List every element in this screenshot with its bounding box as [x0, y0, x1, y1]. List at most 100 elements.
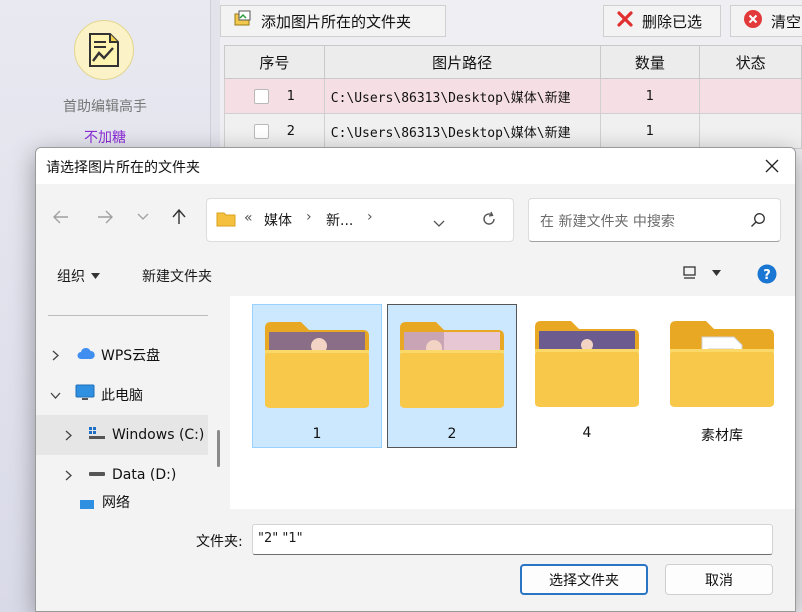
back-arrow-icon[interactable]	[46, 202, 76, 232]
folder-label: 2	[447, 426, 457, 442]
folder-document-icon	[670, 321, 774, 407]
navigation-bar: « 媒体 › 新... › 在 新建文件夹 中搜索	[36, 184, 795, 250]
row-status	[699, 78, 802, 114]
folder-tile-2[interactable]: 2	[387, 304, 517, 448]
table-row[interactable]: 2 C:\Users\86313\Desktop\媒体\新建 1	[224, 113, 802, 149]
folder-thumbnail-icon	[400, 322, 504, 408]
add-image-folder-icon	[233, 9, 253, 33]
view-options-button[interactable]	[682, 265, 721, 281]
folder-name-input[interactable]: "2" "1"	[252, 524, 773, 555]
nav-label: 此电脑	[101, 388, 143, 404]
folder-picker-dialog: 请选择图片所在的文件夹 « 媒体 › 新... › 在 新建文件夹 中搜索 组织…	[35, 147, 796, 612]
recent-locations-chevron-icon[interactable]	[128, 202, 158, 232]
expand-chevron-icon[interactable]	[62, 429, 74, 441]
folder-thumbnail-icon	[265, 322, 369, 408]
up-arrow-icon[interactable]	[164, 202, 194, 232]
clear-icon	[743, 9, 763, 33]
row-status	[699, 113, 802, 149]
nav-item-windows-c[interactable]: Windows (C:)	[36, 415, 208, 455]
refresh-icon[interactable]	[481, 211, 497, 231]
navigation-pane: WPS云盘 此电脑 Windows (C:) Data (D:) 网络	[36, 296, 226, 509]
col-header-status[interactable]: 状态	[699, 45, 802, 79]
drive-c-icon	[88, 426, 106, 444]
nav-label: Windows (C:)	[112, 427, 205, 443]
svg-text:?: ?	[763, 268, 771, 283]
folder-icon	[216, 211, 236, 231]
breadcrumb-overflow[interactable]: «	[244, 210, 253, 226]
row-index-cell: 2	[224, 113, 325, 149]
new-folder-label: 新建文件夹	[142, 269, 212, 285]
nav-label: Data (D:)	[112, 467, 177, 483]
search-box[interactable]: 在 新建文件夹 中搜索	[528, 198, 781, 242]
breadcrumb-separator-icon[interactable]: ›	[306, 209, 312, 225]
dialog-title-bar[interactable]: 请选择图片所在的文件夹	[36, 148, 795, 184]
address-bar[interactable]: « 媒体 › 新... ›	[206, 198, 514, 242]
row-checkbox[interactable]	[253, 123, 269, 139]
col-header-count[interactable]: 数量	[599, 45, 701, 79]
row-checkbox[interactable]	[253, 88, 269, 104]
folder-tile-material-library[interactable]: 素材库	[657, 304, 787, 448]
breadcrumb-item-media[interactable]: 媒体	[264, 210, 292, 230]
nav-separator	[48, 315, 208, 316]
nav-label: WPS云盘	[101, 348, 161, 364]
nav-item-wps-cloud[interactable]: WPS云盘	[36, 335, 208, 375]
expand-chevron-icon[interactable]	[49, 349, 61, 361]
delete-selected-label: 删除已选	[642, 12, 703, 31]
expand-chevron-icon[interactable]	[62, 469, 74, 481]
dialog-title: 请选择图片所在的文件夹	[46, 160, 200, 176]
col-header-index[interactable]: 序号	[224, 45, 325, 79]
folder-content-view: 1 2 4 素材库	[230, 296, 795, 509]
folder-label: 4	[582, 425, 592, 441]
table-row[interactable]: 1 C:\Users\86313\Desktop\媒体\新建 1	[224, 78, 802, 114]
row-index-cell: 1	[224, 78, 325, 114]
organize-menu[interactable]: 组织	[57, 266, 100, 286]
address-dropdown-chevron-icon[interactable]	[433, 216, 445, 232]
nav-item-data-d[interactable]: Data (D:)	[36, 455, 208, 495]
collapse-chevron-icon[interactable]	[49, 389, 61, 401]
nav-item-this-pc[interactable]: 此电脑	[36, 375, 208, 415]
app-logo-icon	[74, 20, 134, 80]
add-folder-label: 添加图片所在的文件夹	[261, 12, 412, 31]
image-path-table: 序号 图片路径 数量 状态 1 C:\Users\86313\Desktop\媒…	[224, 45, 802, 149]
row-path: C:\Users\86313\Desktop\媒体\新建	[323, 113, 601, 149]
app-name: 首助编辑高手	[63, 99, 147, 115]
row-count: 1	[599, 78, 701, 114]
folder-label: 素材库	[701, 428, 743, 444]
organize-label: 组织	[57, 269, 85, 285]
clear-button[interactable]: 清空	[730, 5, 802, 37]
monitor-icon	[75, 384, 95, 406]
cancel-button[interactable]: 取消	[665, 564, 773, 595]
folder-name-label: 文件夹:	[196, 534, 243, 550]
forward-arrow-icon[interactable]	[90, 202, 120, 232]
nav-label: 网络	[102, 495, 130, 509]
nav-item-network[interactable]: 网络	[36, 495, 208, 509]
command-bar: 组织 新建文件夹 ?	[36, 256, 795, 296]
delete-selected-button[interactable]: 删除已选	[603, 5, 721, 37]
drive-icon	[88, 467, 106, 483]
breadcrumb-separator-icon[interactable]: ›	[367, 209, 373, 225]
select-folder-button[interactable]: 选择文件夹	[520, 564, 648, 595]
cloud-icon	[77, 346, 95, 364]
dialog-footer: 文件夹: "2" "1" 选择文件夹 取消	[36, 509, 795, 611]
dropdown-triangle-icon	[91, 273, 100, 279]
breadcrumb-item-new[interactable]: 新...	[326, 210, 353, 230]
add-folder-button[interactable]: 添加图片所在的文件夹	[220, 5, 446, 37]
nav-scrollbar[interactable]	[217, 430, 220, 467]
search-icon[interactable]	[750, 212, 766, 232]
new-folder-button[interactable]: 新建文件夹	[142, 266, 212, 286]
folder-label: 1	[312, 426, 322, 442]
folder-thumbnail-icon	[535, 321, 639, 407]
network-icon	[78, 498, 96, 509]
app-subtitle-link[interactable]: 不加糖	[0, 127, 210, 147]
folder-tile-1[interactable]: 1	[252, 304, 382, 448]
row-count: 1	[599, 113, 701, 149]
row-path: C:\Users\86313\Desktop\媒体\新建	[323, 78, 601, 114]
folder-tile-4[interactable]: 4	[522, 304, 652, 448]
delete-x-icon	[616, 10, 634, 32]
close-icon[interactable]	[749, 148, 795, 184]
col-header-path[interactable]: 图片路径	[323, 45, 601, 79]
help-icon[interactable]: ?	[757, 264, 777, 284]
search-input[interactable]: 在 新建文件夹 中搜索	[540, 211, 675, 231]
row-index: 1	[286, 88, 296, 104]
dropdown-triangle-icon	[712, 270, 721, 276]
